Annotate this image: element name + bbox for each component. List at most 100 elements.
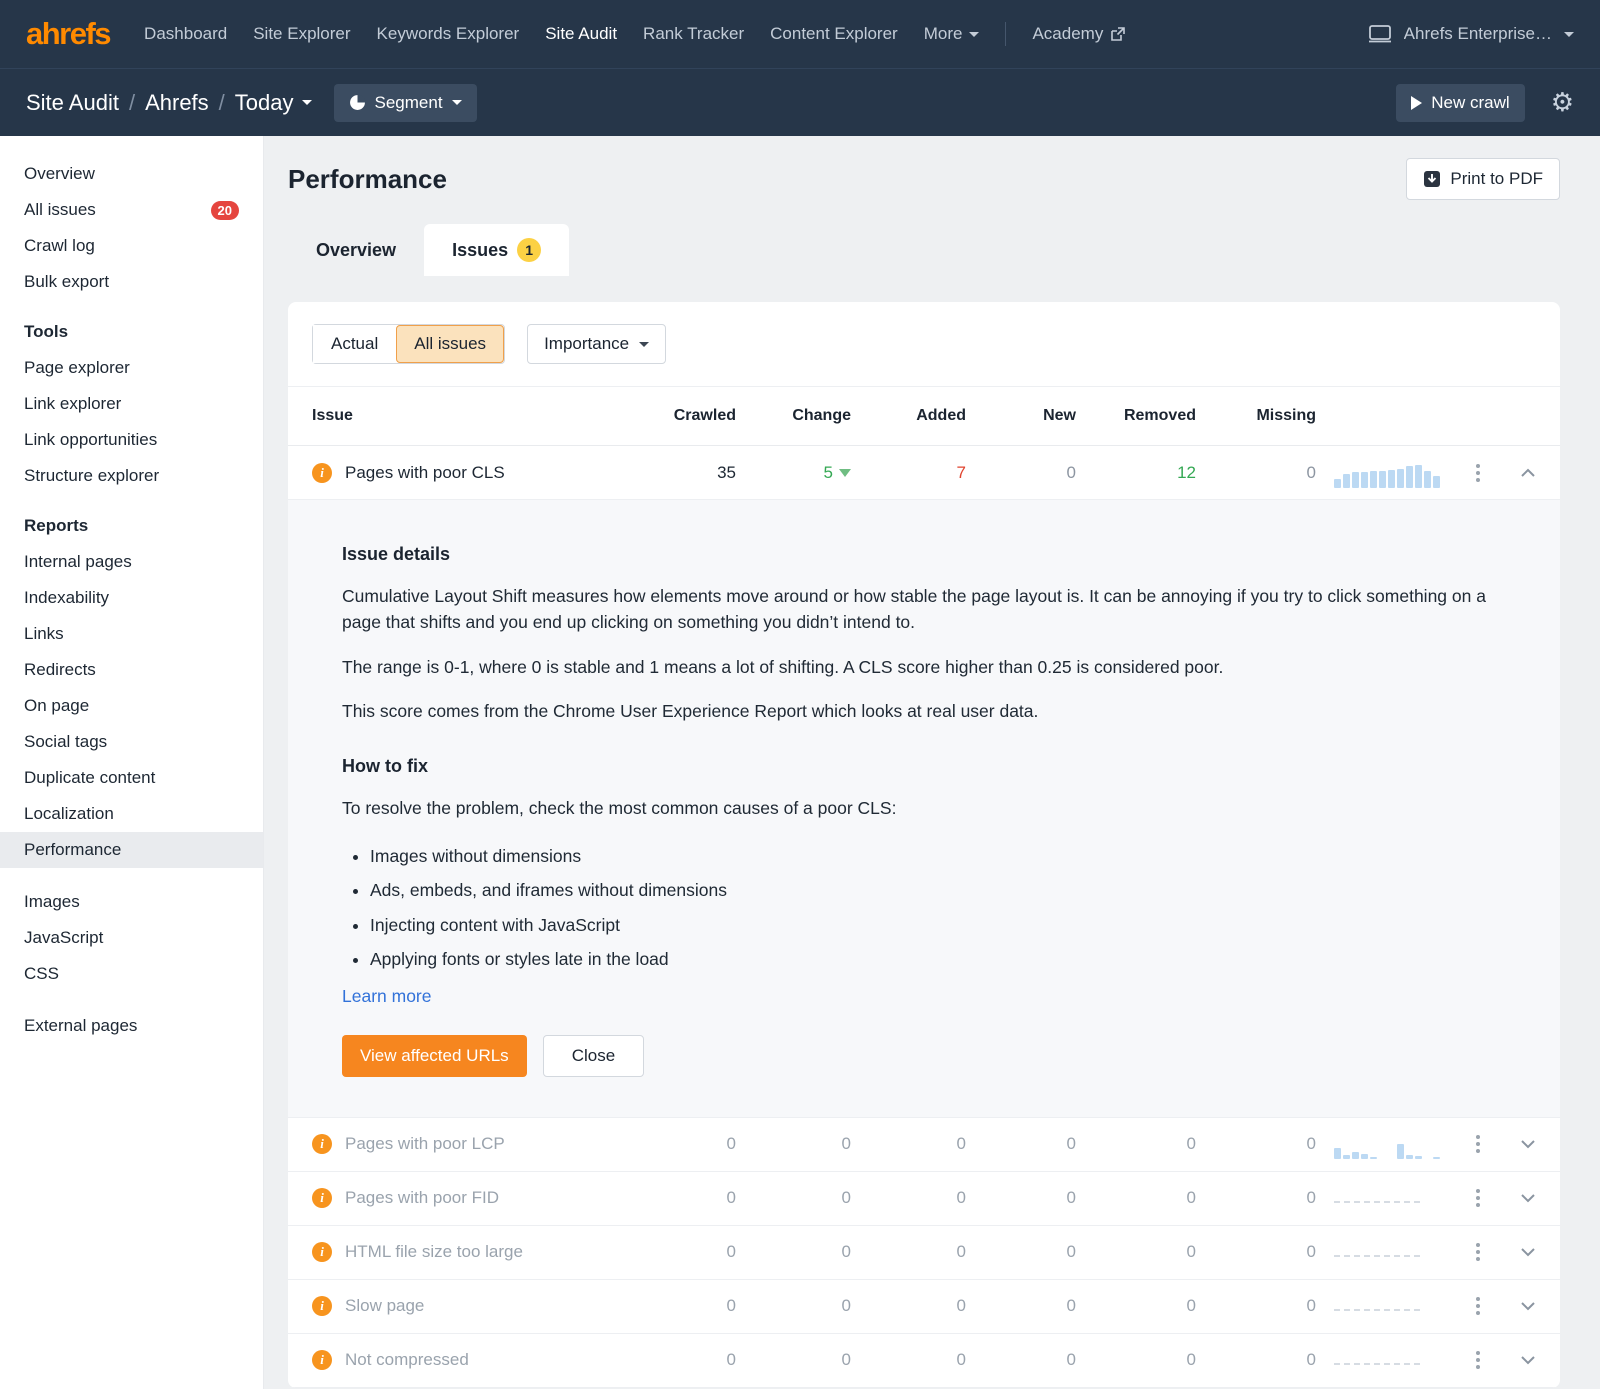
sidebar-item-structure-explorer[interactable]: Structure explorer: [0, 458, 263, 494]
expand-row-button[interactable]: [1500, 1355, 1536, 1365]
crawled-value: 0: [726, 1350, 736, 1370]
info-icon[interactable]: [312, 1134, 332, 1155]
expand-row-button[interactable]: [1500, 1193, 1536, 1203]
expand-row-button[interactable]: [1500, 1139, 1536, 1149]
row-menu-kebab-icon[interactable]: [1472, 1347, 1484, 1373]
sidebar-item-link-opportunities[interactable]: Link opportunities: [0, 422, 263, 458]
filter-bar: Actual All issues Importance: [288, 302, 1560, 387]
sidebar-item-external-pages[interactable]: External pages: [0, 1008, 263, 1044]
row-menu-kebab-icon[interactable]: [1472, 1185, 1484, 1211]
learn-more-link[interactable]: Learn more: [342, 986, 432, 1007]
info-icon[interactable]: [312, 1242, 332, 1263]
added-value: 0: [956, 1350, 966, 1370]
workspace-icon: [1368, 25, 1392, 43]
sidebar-item-redirects[interactable]: Redirects: [0, 652, 263, 688]
sidebar-item-label: All issues: [24, 200, 96, 219]
segment-option-all-issues[interactable]: All issues: [396, 325, 505, 363]
expand-row-button[interactable]: [1500, 1301, 1536, 1311]
breadcrumb-date-dropdown[interactable]: Today: [235, 90, 312, 116]
chevron-down-icon: [639, 341, 650, 347]
nav-item-site-audit[interactable]: Site Audit: [545, 24, 617, 44]
missing-value: 0: [1306, 1242, 1316, 1262]
info-icon[interactable]: [312, 462, 332, 483]
tab-issues[interactable]: Issues 1: [424, 224, 570, 276]
sidebar-item-images[interactable]: Images: [0, 884, 263, 920]
table-row-not-compressed[interactable]: Not compressed 0 0 0 0 0 0: [288, 1334, 1560, 1388]
collapse-row-button[interactable]: [1500, 468, 1536, 478]
sidebar-item-javascript[interactable]: JavaScript: [0, 920, 263, 956]
column-header-removed: Removed: [1123, 407, 1196, 424]
nav-item-more[interactable]: More: [924, 24, 980, 44]
change-value: 0: [841, 1242, 851, 1262]
sidebar-item-label: Links: [24, 624, 64, 643]
added-value: 7: [956, 462, 966, 482]
sidebar-item-on-page[interactable]: On page: [0, 688, 263, 724]
crawled-value: 0: [726, 1242, 736, 1262]
tab-overview[interactable]: Overview: [288, 224, 424, 276]
nav-item-keywords-explorer[interactable]: Keywords Explorer: [377, 24, 520, 44]
breadcrumb-project[interactable]: Ahrefs: [145, 90, 209, 116]
breadcrumb-site-audit[interactable]: Site Audit: [26, 90, 119, 116]
sidebar-item-social-tags[interactable]: Social tags: [0, 724, 263, 760]
table-row-html-file-size-too-large[interactable]: HTML file size too large 0 0 0 0 0 0: [288, 1226, 1560, 1280]
nav-item-rank-tracker[interactable]: Rank Tracker: [643, 24, 744, 44]
account-name[interactable]: Ahrefs Enterprise…: [1404, 24, 1552, 44]
expand-row-button[interactable]: [1500, 1247, 1536, 1257]
segment-button[interactable]: Segment: [333, 83, 477, 122]
table-row-slow-page[interactable]: Slow page 0 0 0 0 0 0: [288, 1280, 1560, 1334]
issue-details-paragraph: The range is 0-1, where 0 is stable and …: [342, 656, 1224, 677]
sidebar-item-indexability[interactable]: Indexability: [0, 580, 263, 616]
table-row-pages-with-poor-cls[interactable]: Pages with poor CLS 35 5 7 0 12 0: [288, 446, 1560, 500]
info-icon[interactable]: [312, 1188, 332, 1209]
sidebar-item-bulk-export[interactable]: Bulk export: [0, 264, 263, 300]
new-value: 0: [1066, 1188, 1076, 1208]
new-crawl-button[interactable]: New crawl: [1396, 83, 1525, 122]
sidebar-item-link-explorer[interactable]: Link explorer: [0, 386, 263, 422]
sidebar-item-overview[interactable]: Overview: [0, 156, 263, 192]
sidebar-item-performance[interactable]: Performance: [0, 832, 263, 868]
sidebar-item-duplicate-content[interactable]: Duplicate content: [0, 760, 263, 796]
nav-item-academy[interactable]: Academy: [1032, 24, 1126, 44]
chevron-down-icon[interactable]: [1564, 31, 1574, 37]
print-to-pdf-label: Print to PDF: [1450, 169, 1543, 188]
table-row-pages-with-poor-lcp[interactable]: Pages with poor LCP 0 0 0 0 0 0: [288, 1118, 1560, 1172]
row-menu-kebab-icon[interactable]: [1472, 1239, 1484, 1265]
sidebar-item-label: Overview: [24, 164, 95, 183]
sidebar-item-links[interactable]: Links: [0, 616, 263, 652]
sidebar-item-css[interactable]: CSS: [0, 956, 263, 992]
sidebar-item-label: Duplicate content: [24, 768, 156, 787]
info-icon[interactable]: [312, 1350, 332, 1371]
change-value: 0: [841, 1296, 851, 1316]
row-menu-kebab-icon[interactable]: [1472, 1131, 1484, 1157]
fix-cause-item: Applying fonts or styles late in the loa…: [370, 942, 1490, 976]
ahrefs-logo[interactable]: ahrefs: [26, 16, 112, 52]
sidebar-item-internal-pages[interactable]: Internal pages: [0, 544, 263, 580]
importance-dropdown[interactable]: Importance: [527, 324, 667, 364]
issue-name: Pages with poor FID: [345, 1188, 500, 1208]
sidebar-item-crawl-log[interactable]: Crawl log: [0, 228, 263, 264]
nav-item-content-explorer[interactable]: Content Explorer: [770, 24, 898, 44]
table-row-pages-with-poor-fid[interactable]: Pages with poor FID 0 0 0 0 0 0: [288, 1172, 1560, 1226]
print-to-pdf-button[interactable]: Print to PDF: [1406, 158, 1560, 200]
history-sparkline-empty: [1316, 1291, 1456, 1321]
info-icon[interactable]: [312, 1296, 332, 1317]
row-menu-kebab-icon[interactable]: [1472, 460, 1484, 486]
sidebar-item-page-explorer[interactable]: Page explorer: [0, 350, 263, 386]
segment-option-actual[interactable]: Actual: [313, 325, 397, 363]
sidebar-section-reports: Reports: [24, 516, 89, 535]
sidebar-item-localization[interactable]: Localization: [0, 796, 263, 832]
sidebar-item-all-issues[interactable]: All issues 20: [0, 192, 263, 228]
row-menu-kebab-icon[interactable]: [1472, 1293, 1484, 1319]
settings-gear-icon[interactable]: ⚙: [1551, 87, 1574, 118]
nav-item-dashboard[interactable]: Dashboard: [144, 24, 227, 44]
nav-item-site-explorer[interactable]: Site Explorer: [253, 24, 350, 44]
change-value: 0: [841, 1134, 851, 1154]
sidebar-item-label: JavaScript: [24, 928, 104, 947]
issues-count-badge: 1: [517, 238, 542, 262]
segment-pie-icon: [349, 94, 366, 111]
close-button[interactable]: Close: [542, 1034, 645, 1077]
change-value: 5: [823, 462, 833, 482]
view-affected-urls-button[interactable]: View affected URLs: [342, 1034, 527, 1077]
new-value: 0: [1066, 1242, 1076, 1262]
